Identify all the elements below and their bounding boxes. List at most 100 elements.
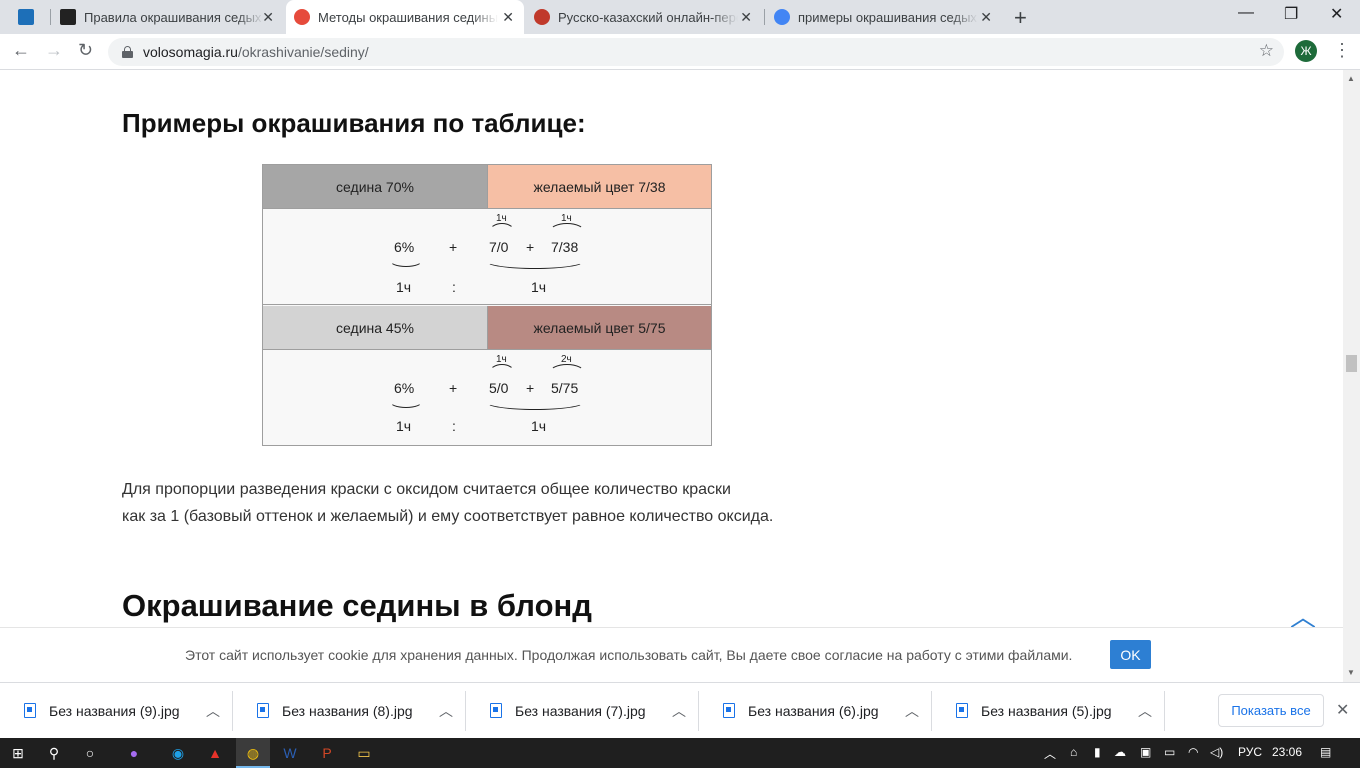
download-filename: Без названия (9).jpg <box>49 703 180 719</box>
chevron-up-icon[interactable]: ︿ <box>1138 701 1152 721</box>
wifi-icon[interactable]: ◠ <box>1188 745 1198 759</box>
plus-sign: + <box>449 380 458 396</box>
lock-icon <box>122 46 133 58</box>
gray-percent-cell: седина 45% <box>263 306 487 350</box>
chrome-icon[interactable]: ◍ <box>243 743 263 763</box>
chevron-up-icon[interactable]: ︿ <box>905 701 919 721</box>
tab-title: примеры окрашивания седых волос <box>798 9 978 25</box>
tab-active[interactable]: Методы окрашивания седины | Волосомагия … <box>286 0 524 34</box>
close-tab-icon[interactable]: ✕ <box>980 9 992 26</box>
download-filename: Без названия (5).jpg <box>981 703 1112 719</box>
microphone-icon[interactable]: ▮ <box>1094 745 1101 759</box>
scrollbar-thumb[interactable] <box>1346 355 1357 372</box>
tray-app-icon[interactable]: ⌂ <box>1070 745 1077 759</box>
address-bar[interactable]: volosomagia.ru/okrashivanie/sediny/ ☆ <box>108 38 1284 66</box>
file-explorer-icon[interactable]: ▭ <box>354 743 374 763</box>
chevron-up-icon[interactable]: ︿ <box>206 701 220 721</box>
ratio-separator: : <box>452 279 456 295</box>
download-item[interactable]: Без названия (5).jpg ︿ <box>932 683 1165 739</box>
target-color-cell: желаемый цвет 5/75 <box>487 306 711 350</box>
assistant-icon[interactable]: ● <box>124 743 144 763</box>
task-view-icon[interactable]: ○ <box>80 743 100 763</box>
word-icon[interactable]: W <box>280 743 300 763</box>
reload-icon[interactable]: ↻ <box>78 40 93 61</box>
edge-icon[interactable]: ◉ <box>168 743 188 763</box>
site-favicon-icon <box>18 9 34 25</box>
download-filename: Без названия (6).jpg <box>748 703 879 719</box>
tray-chevron-icon[interactable]: ︿ <box>1044 745 1056 762</box>
image-file-icon <box>956 703 968 718</box>
tab-google-search[interactable]: примеры окрашивания седых волос ✕ <box>766 0 1002 34</box>
chevron-up-icon[interactable]: ︿ <box>439 701 453 721</box>
close-window-icon[interactable]: ✕ <box>1330 4 1343 24</box>
clock[interactable]: 23:06 <box>1272 745 1302 759</box>
cookie-banner: Этот сайт использует cookie для хранения… <box>0 627 1343 682</box>
minimize-window-icon[interactable]: — <box>1238 4 1254 22</box>
download-item[interactable]: Без названия (9).jpg ︿ <box>0 683 233 739</box>
windows-taskbar: ⊞ ⚲ ○ ● ◉ ▲ ◍ W P ▭ ︿ ⌂ ▮ ☁ ▣ ▭ ◠ ◁) РУС… <box>0 738 1360 768</box>
close-downloads-icon[interactable]: ✕ <box>1336 700 1349 720</box>
ratio-separator: : <box>452 418 456 434</box>
url-path: /okrashivanie/sediny/ <box>237 44 369 60</box>
download-item[interactable]: Без названия (8).jpg ︿ <box>233 683 466 739</box>
chevron-up-icon[interactable]: ︿ <box>672 701 686 721</box>
paragraph-line: Для пропорции разведения краски с оксидо… <box>122 481 731 498</box>
close-tab-icon[interactable]: ✕ <box>262 9 274 26</box>
new-tab-button[interactable]: + <box>1014 5 1027 31</box>
download-item[interactable]: Без названия (7).jpg ︿ <box>466 683 699 739</box>
section-heading: Примеры окрашивания по таблице: <box>122 108 586 138</box>
ratio-left: 1ч <box>396 418 412 434</box>
battery-icon[interactable]: ▭ <box>1164 745 1175 759</box>
notifications-icon[interactable]: ▤ <box>1320 745 1331 759</box>
onedrive-icon[interactable]: ☁ <box>1114 745 1126 759</box>
download-filename: Без названия (8).jpg <box>282 703 413 719</box>
download-filename: Без названия (7).jpg <box>515 703 646 719</box>
page-content: Примеры окрашивания по таблице: седина 7… <box>0 70 1343 682</box>
page-scrollbar[interactable]: ▲ ▼ <box>1343 70 1360 682</box>
tab-title: Правила окрашивания седых волос <box>84 9 264 25</box>
language-indicator[interactable]: РУС <box>1238 745 1262 759</box>
coloring-table: седина 70% желаемый цвет 7/38 1ч 1ч 6% +… <box>262 164 712 446</box>
powerpoint-icon[interactable]: P <box>317 743 337 763</box>
tab-hair-rules[interactable]: Правила окрашивания седых волос ✕ <box>52 0 284 34</box>
scroll-up-arrow-icon[interactable]: ▲ <box>1347 74 1355 83</box>
ratio-left: 1ч <box>396 279 412 295</box>
scroll-down-arrow-icon[interactable]: ▼ <box>1347 668 1355 677</box>
acrobat-icon[interactable]: ▲ <box>205 743 225 763</box>
site-favicon-icon <box>294 9 310 25</box>
ratio-right: 1ч <box>531 418 547 434</box>
bookmark-star-icon[interactable]: ☆ <box>1259 41 1274 61</box>
close-tab-icon[interactable]: ✕ <box>502 9 514 26</box>
volume-icon[interactable]: ◁) <box>1210 745 1223 759</box>
paragraph-line: как за 1 (базовый оттенок и желаемый) и … <box>122 508 774 525</box>
formula-row: 1ч 2ч 6% + 5/0 + 5/75 1ч : 1ч <box>263 350 711 446</box>
section-heading: Окрашивание седины в блонд <box>122 588 592 623</box>
restore-window-icon[interactable]: ❐ <box>1284 4 1298 24</box>
browser-menu-icon[interactable]: ⋮ <box>1333 40 1351 61</box>
back-icon[interactable]: ← <box>12 40 30 61</box>
cookie-ok-button[interactable]: OK <box>1110 640 1151 669</box>
site-favicon-icon <box>534 9 550 25</box>
target-color-cell: желаемый цвет 7/38 <box>487 165 711 209</box>
windows-start-icon[interactable]: ⊞ <box>8 743 28 763</box>
plus-sign: + <box>449 239 458 255</box>
downloads-bar: Без названия (9).jpg ︿ Без названия (8).… <box>0 682 1360 738</box>
profile-avatar[interactable]: Ж <box>1295 40 1317 62</box>
close-tab-icon[interactable]: ✕ <box>740 9 752 26</box>
tab-translator[interactable]: Русско-казахский онлайн-переводчик ✕ <box>526 0 762 34</box>
article-paragraph: Для пропорции разведения краски с оксидо… <box>122 476 862 530</box>
url-host: volosomagia.ru <box>143 44 238 60</box>
show-all-downloads-button[interactable]: Показать все <box>1218 694 1324 727</box>
tray-notes-icon[interactable]: ▣ <box>1140 745 1151 759</box>
ratio-right: 1ч <box>531 279 547 295</box>
search-icon[interactable]: ⚲ <box>44 743 64 763</box>
tab-pinned[interactable] <box>0 0 50 34</box>
site-favicon-icon <box>60 9 76 25</box>
forward-icon[interactable]: → <box>45 40 63 61</box>
tab-title: Методы окрашивания седины | Волосомагия <box>318 9 498 25</box>
tab-strip: Правила окрашивания седых волос ✕ Методы… <box>0 0 1360 34</box>
tab-title: Русско-казахский онлайн-переводчик <box>558 9 738 25</box>
formula-row: 1ч 1ч 6% + 7/0 + 7/38 1ч : 1ч <box>263 209 711 305</box>
image-file-icon <box>24 703 36 718</box>
download-item[interactable]: Без названия (6).jpg ︿ <box>699 683 932 739</box>
